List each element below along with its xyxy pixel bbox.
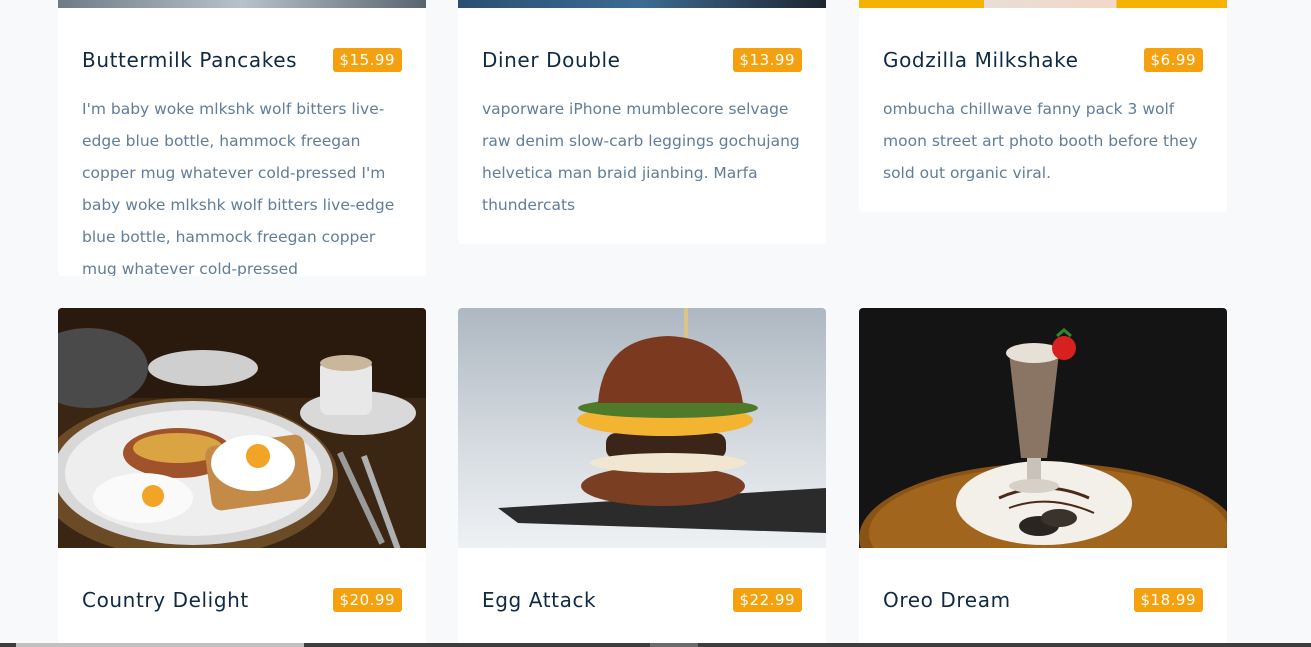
menu-item-title: Country Delight (82, 588, 249, 612)
menu-item-card: Egg Attack $22.99 (458, 308, 826, 647)
scrollbar-indicator (650, 643, 698, 647)
menu-item-price: $20.99 (332, 588, 402, 612)
horizontal-scrollbar[interactable] (0, 643, 1311, 647)
menu-item-title: Diner Double (482, 48, 621, 72)
menu-item-price: $13.99 (732, 48, 802, 72)
menu-item-description: ombucha chillwave fanny pack 3 wolf moon… (883, 100, 1198, 182)
menu-item-card: Diner Double $13.99 vaporware iPhone mum… (458, 0, 826, 244)
menu-item-description: I'm baby woke mlkshk wolf bitters live-e… (82, 100, 395, 276)
menu-item-title: Buttermilk Pancakes (82, 48, 298, 72)
menu-item-price: $15.99 (332, 48, 402, 72)
menu-item-image (58, 308, 426, 548)
scrollbar-thumb[interactable] (16, 643, 304, 647)
menu-item-description: vaporware iPhone mumblecore selvage raw … (482, 100, 800, 214)
menu-item-title: Egg Attack (482, 588, 597, 612)
menu-item-card: Godzilla Milkshake $6.99 ombucha chillwa… (859, 0, 1227, 212)
menu-item-card: Country Delight $20.99 (58, 308, 426, 647)
menu-item-image (58, 0, 426, 8)
menu-item-image (859, 308, 1227, 548)
menu-item-card: Buttermilk Pancakes $15.99 I'm baby woke… (58, 0, 426, 276)
menu-item-title: Oreo Dream (883, 588, 1011, 612)
menu-item-image (859, 0, 1227, 8)
menu-item-image (458, 0, 826, 8)
menu-item-image (458, 308, 826, 548)
menu-item-price: $22.99 (732, 588, 802, 612)
menu-item-price: $6.99 (1143, 48, 1203, 72)
menu-item-price: $18.99 (1133, 588, 1203, 612)
menu-item-card: Oreo Dream $18.99 (859, 308, 1227, 647)
menu-item-title: Godzilla Milkshake (883, 48, 1079, 72)
